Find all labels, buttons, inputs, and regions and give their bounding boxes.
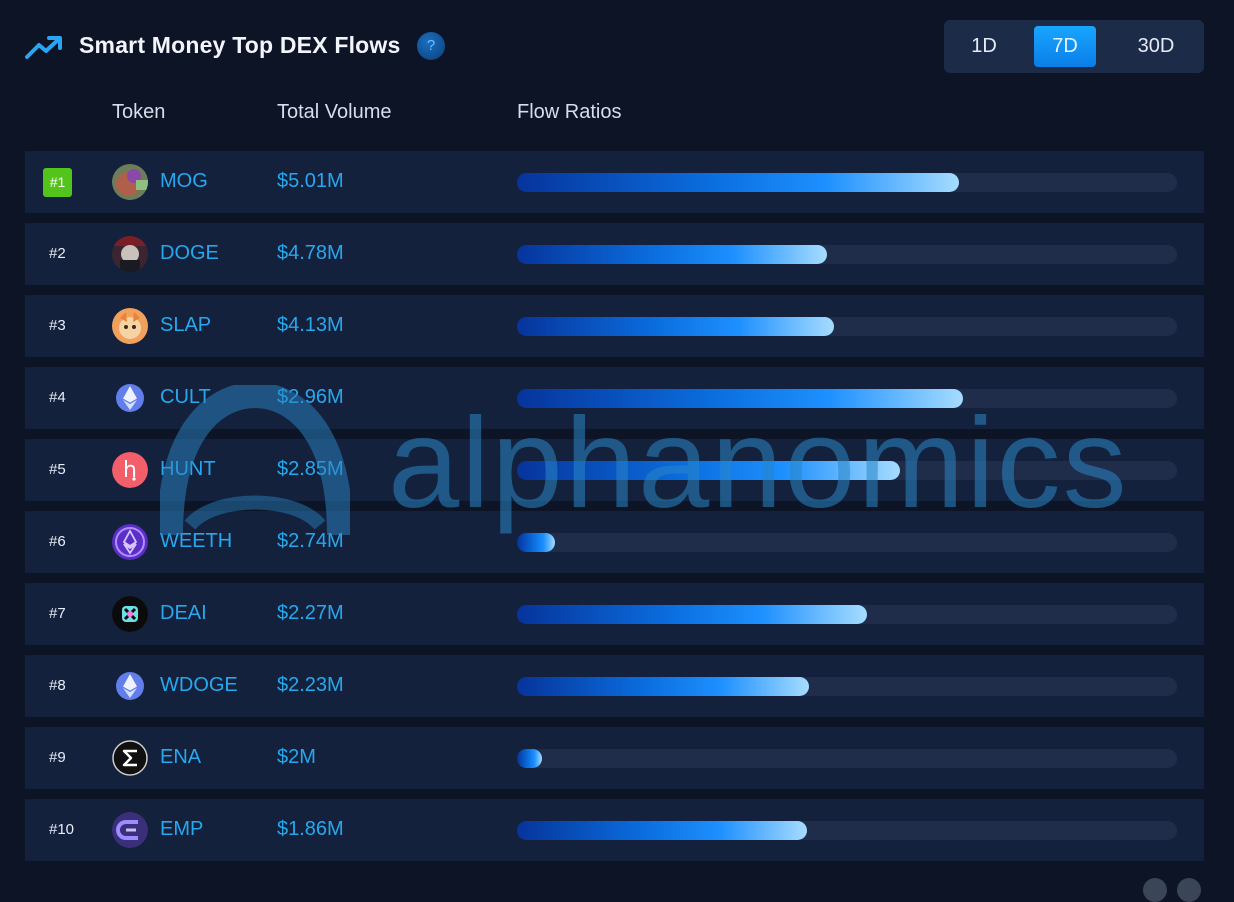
page-title: Smart Money Top DEX Flows	[79, 32, 401, 58]
token-symbol[interactable]: WEETH	[160, 530, 232, 553]
table-row[interactable]: #10 EMP $1.86M	[25, 799, 1204, 861]
flow-ratio-fill	[517, 821, 807, 840]
flow-ratio-bar	[517, 533, 1177, 552]
flow-ratio-bar	[517, 245, 1177, 264]
help-icon[interactable]: ?	[417, 32, 445, 60]
column-header-volume[interactable]: Total Volume	[277, 101, 392, 124]
header: Smart Money Top DEX Flows ? 1D 7D 30D	[25, 20, 1204, 74]
hunt-token-icon: h	[112, 452, 148, 488]
flow-ratio-fill	[517, 533, 555, 552]
time-range-tabs: 1D 7D 30D	[944, 20, 1204, 73]
token-symbol[interactable]: WDOGE	[160, 674, 238, 697]
rank-badge: #1	[43, 168, 72, 197]
table-row[interactable]: #1 MOG $5.01M	[25, 151, 1204, 213]
table-row[interactable]: #9 ENA $2M	[25, 727, 1204, 789]
rank-badge: #7	[49, 605, 66, 622]
flow-ratio-fill	[517, 605, 867, 624]
total-volume: $2.74M	[277, 530, 344, 552]
page-dot[interactable]	[1143, 878, 1167, 902]
flow-ratio-fill	[517, 173, 959, 192]
flow-ratio-fill	[517, 677, 809, 696]
ethereum-icon	[112, 380, 148, 416]
tab-30d[interactable]: 30D	[1114, 26, 1198, 67]
table-row[interactable]: #5 h HUNT $2.85M	[25, 439, 1204, 501]
flow-ratio-fill	[517, 389, 963, 408]
tab-7d[interactable]: 7D	[1034, 26, 1096, 67]
doge-token-icon	[112, 236, 148, 272]
slap-token-icon	[112, 308, 148, 344]
tab-1d[interactable]: 1D	[950, 26, 1018, 67]
total-volume: $2.85M	[277, 458, 344, 480]
deai-token-icon	[112, 596, 148, 632]
flow-ratio-bar	[517, 605, 1177, 624]
page-dot[interactable]	[1177, 878, 1201, 902]
flow-ratio-bar	[517, 389, 1177, 408]
column-header-flow: Flow Ratios	[517, 101, 622, 123]
token-symbol[interactable]: DOGE	[160, 242, 219, 265]
rank-badge: #5	[49, 461, 66, 478]
pagination-dots	[1143, 878, 1213, 902]
rank-badge: #9	[49, 749, 66, 766]
token-symbol[interactable]: EMP	[160, 818, 203, 841]
flow-ratio-bar	[517, 821, 1177, 840]
table-row[interactable]: #7 DEAI $2.27M	[25, 583, 1204, 645]
table-row[interactable]: #3 SLAP $4.13M	[25, 295, 1204, 357]
table-row[interactable]: #4 CULT $2.96M	[25, 367, 1204, 429]
rank-badge: #4	[49, 389, 66, 406]
total-volume: $2.27M	[277, 602, 344, 624]
flow-ratio-fill	[517, 245, 827, 264]
token-symbol[interactable]: SLAP	[160, 314, 211, 337]
ethereum-icon	[112, 668, 148, 704]
total-volume: $2.23M	[277, 674, 344, 696]
table-row[interactable]: #6 WEETH $2.74M	[25, 511, 1204, 573]
mog-token-icon	[112, 164, 148, 200]
rank-badge: #10	[49, 821, 75, 838]
emp-token-icon	[112, 812, 148, 848]
total-volume: $1.86M	[277, 818, 344, 840]
total-volume: $4.13M	[277, 314, 344, 336]
flow-ratio-bar	[517, 677, 1177, 696]
flow-ratio-bar	[517, 317, 1177, 336]
rank-badge: #6	[49, 533, 66, 550]
total-volume: $2.96M	[277, 386, 344, 408]
flow-ratio-fill	[517, 749, 542, 768]
column-header-token[interactable]: Token	[112, 101, 165, 124]
table-row[interactable]: #8 WDOGE $2.23M	[25, 655, 1204, 717]
token-symbol[interactable]: HUNT	[160, 458, 216, 481]
rank-badge: #3	[49, 317, 66, 334]
weeth-token-icon	[112, 524, 148, 560]
flow-ratio-bar	[517, 461, 1177, 480]
table-row[interactable]: #2 DOGE $4.78M	[25, 223, 1204, 285]
total-volume: $5.01M	[277, 170, 344, 192]
total-volume: $4.78M	[277, 242, 344, 264]
trending-up-icon	[25, 36, 62, 59]
total-volume: $2M	[277, 746, 316, 768]
token-symbol[interactable]: MOG	[160, 170, 208, 193]
token-symbol[interactable]: DEAI	[160, 602, 207, 625]
rank-badge: #8	[49, 677, 66, 694]
ena-token-icon	[112, 740, 148, 776]
token-symbol[interactable]: CULT	[160, 386, 211, 409]
flow-ratio-fill	[517, 461, 900, 480]
flow-ratio-fill	[517, 317, 834, 336]
flow-ratio-bar	[517, 173, 1177, 192]
rank-badge: #2	[49, 245, 66, 262]
token-symbol[interactable]: ENA	[160, 746, 201, 769]
flow-ratio-bar	[517, 749, 1177, 768]
